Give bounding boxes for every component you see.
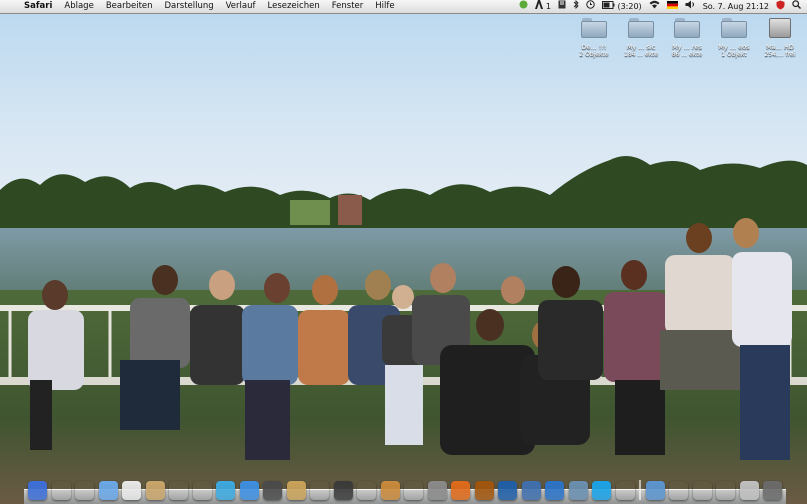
dock-app-icon[interactable]	[216, 481, 235, 500]
dock-app-icon[interactable]	[98, 481, 118, 500]
dock-app-icon[interactable]	[404, 481, 423, 500]
dock-app-icon[interactable]	[739, 481, 759, 500]
dock-app-icon[interactable]	[568, 481, 588, 500]
spotlight-search-icon[interactable]	[792, 0, 801, 13]
menu-darstellung[interactable]: Darstellung	[159, 0, 220, 13]
hard-drive-icon	[769, 18, 791, 38]
adobe-icon	[535, 0, 544, 9]
menu-bar: Safari Ablage Bearbeiten Darstellung Ver…	[0, 0, 807, 14]
dock-app-icon[interactable]	[122, 481, 141, 500]
battery-time: (3:20)	[617, 2, 642, 11]
dock-app-icon[interactable]	[380, 481, 400, 500]
desktop-icon-info: 184 ... ekte	[623, 51, 659, 58]
dock-app-icon[interactable]	[357, 481, 376, 500]
dock	[24, 472, 786, 504]
menubar-clock[interactable]: So. 7. Aug 21:12	[703, 0, 769, 13]
dock-app-icon[interactable]	[592, 481, 611, 500]
dock-app-icon[interactable]	[498, 481, 517, 500]
wallpaper-people	[28, 218, 792, 460]
dock-app-icon[interactable]	[693, 481, 712, 500]
desktop-folder-my-videos[interactable]: My ... eos 1 Objekt	[712, 18, 756, 58]
battery-icon	[601, 1, 615, 9]
desktop-icon-label: My ... res	[672, 43, 702, 51]
dock-app-icon[interactable]	[763, 481, 782, 500]
dock-app-icon[interactable]	[145, 481, 165, 500]
dock-app-icon[interactable]	[52, 481, 71, 500]
security-shield-icon[interactable]	[776, 0, 785, 14]
desktop-folder-my-pictures[interactable]: My ... res 86 ... ekte	[665, 18, 709, 58]
desktop-icon-label: My ... eos	[718, 43, 750, 51]
dock-app-icon[interactable]	[286, 481, 306, 500]
dock-app-icon[interactable]	[645, 481, 665, 500]
dock-app-icon[interactable]	[427, 481, 447, 500]
folder-icon	[721, 18, 747, 38]
desktop-icon-info: 254,... frei	[764, 51, 796, 58]
status-menus: 1 (3:20) So. 7. Aug 21:12	[519, 0, 807, 14]
menu-lesezeichen[interactable]: Lesezeichen	[262, 0, 326, 13]
folder-icon	[628, 18, 654, 38]
dock-app-icon[interactable]	[310, 481, 329, 500]
menu-app-safari[interactable]: Safari	[18, 0, 58, 13]
menu-verlauf[interactable]: Verlauf	[220, 0, 262, 13]
dock-app-icon[interactable]	[193, 481, 212, 500]
folder-icon	[674, 18, 700, 38]
dock-app-icon[interactable]	[239, 481, 259, 500]
dock-separator	[639, 480, 641, 500]
menu-fenster[interactable]: Fenster	[326, 0, 370, 13]
menu-bearbeiten[interactable]: Bearbeiten	[100, 0, 159, 13]
dock-app-icon[interactable]	[333, 481, 353, 500]
time-machine-icon[interactable]	[586, 0, 595, 13]
dock-app-icon[interactable]	[169, 481, 188, 500]
script-menu-icon[interactable]	[558, 0, 566, 13]
dock-app-icon[interactable]	[263, 481, 282, 500]
dock-app-icon[interactable]	[451, 481, 470, 500]
desktop-icon-info: 86 ... ekte	[671, 51, 703, 58]
battery-status[interactable]: (3:20)	[601, 0, 642, 13]
dock-app-icon[interactable]	[75, 481, 94, 500]
dock-icons	[28, 472, 782, 500]
desktop-hard-drive[interactable]: Ma... HD 254,... frei	[758, 18, 802, 58]
dock-app-icon[interactable]	[716, 481, 735, 500]
menu-hilfe[interactable]: Hilfe	[369, 0, 400, 13]
bluetooth-icon[interactable]	[573, 0, 579, 13]
dock-app-icon[interactable]	[616, 481, 635, 500]
desktop-wallpaper-photo	[0, 0, 807, 504]
volume-icon[interactable]	[685, 0, 696, 13]
desktop-folder-de[interactable]: De... !!! 2 Objekte	[572, 18, 616, 58]
wifi-icon[interactable]	[649, 0, 660, 13]
desktop-icon-label: De... !!!	[581, 43, 607, 51]
adobe-update-count: 1	[545, 2, 551, 11]
dock-app-icon[interactable]	[521, 481, 541, 500]
dock-app-icon[interactable]	[545, 481, 564, 500]
dock-app-icon[interactable]	[28, 481, 47, 500]
menu-ablage[interactable]: Ablage	[58, 0, 99, 13]
desktop-icon-label: Ma... HD	[766, 43, 794, 51]
desktop-icon-info: 2 Objekte	[579, 51, 609, 58]
desktop-icon-label: My ... sic	[626, 43, 656, 51]
desktop-folder-my-music[interactable]: My ... sic 184 ... ekte	[619, 18, 663, 58]
dock-app-icon[interactable]	[669, 481, 688, 500]
adobe-updater-status[interactable]: 1	[535, 0, 551, 13]
desktop-icon-info: 1 Objekt	[721, 51, 747, 58]
folder-icon	[581, 18, 607, 38]
dock-app-icon[interactable]	[474, 481, 494, 500]
evernote-status-icon[interactable]	[519, 0, 528, 13]
language-flag-de-icon[interactable]	[666, 0, 678, 13]
